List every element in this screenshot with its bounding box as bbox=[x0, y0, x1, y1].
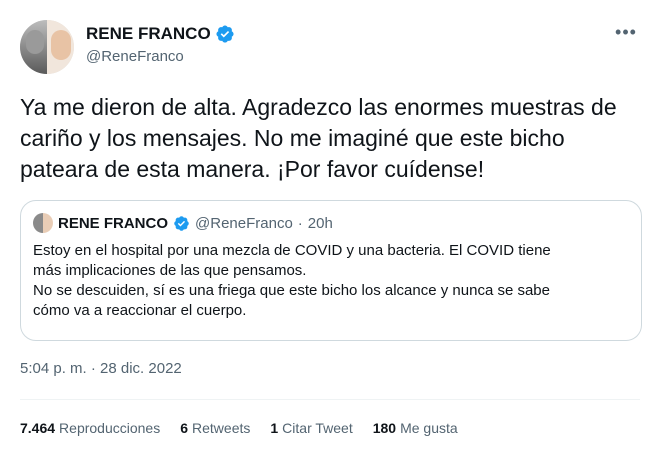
quoted-tweet-text: Estoy en el hospital por una mezcla de C… bbox=[33, 241, 633, 321]
quoted-text-line: más implicaciones de las que pensamos. bbox=[33, 262, 307, 279]
verified-badge-icon bbox=[174, 215, 189, 231]
views-count: 7.464 bbox=[20, 420, 56, 436]
likes-count: 180 bbox=[372, 420, 397, 436]
retweets-count: 6 bbox=[180, 420, 189, 436]
tweet-text: Ya me dieron de alta. Agradezco las enor… bbox=[20, 94, 617, 182]
quoted-separator: · bbox=[297, 214, 303, 232]
tweet-stats: 7.464 Reproducciones 6 Retweets 1 Citar Twe… bbox=[20, 420, 458, 436]
quotes-label: Citar Tweet bbox=[282, 420, 353, 436]
quoted-text-line: Estoy en el hospital por una mezcla de C… bbox=[33, 242, 551, 259]
likes-label: Me gusta bbox=[400, 420, 458, 436]
retweets-label: Retweets bbox=[192, 420, 251, 436]
author-info: RENE FRANCO @ReneFranco bbox=[86, 24, 235, 65]
quoted-author-avatar bbox=[33, 213, 53, 233]
more-options-icon[interactable]: ••• bbox=[614, 20, 638, 44]
quoted-author-display-name: RENE FRANCO bbox=[58, 214, 169, 232]
author-display-name[interactable]: RENE FRANCO bbox=[86, 24, 211, 44]
quotes-stat[interactable]: 1 Citar Tweet bbox=[270, 420, 352, 436]
tweet-header: RENE FRANCO @ReneFranco ••• bbox=[20, 20, 640, 76]
quoted-text-line: No se descuiden, sí es una friega que es… bbox=[33, 282, 550, 299]
divider bbox=[20, 399, 640, 400]
retweets-stat[interactable]: 6 Retweets bbox=[180, 420, 250, 436]
tweet-timestamp[interactable]: 5:04 p. m. · 28 dic. 2022 bbox=[20, 360, 182, 377]
author-name-row: RENE FRANCO bbox=[86, 24, 235, 44]
author-handle[interactable]: @ReneFranco bbox=[86, 48, 235, 65]
quoted-tweet[interactable]: RENE FRANCO @ReneFranco · 20h Estoy en e… bbox=[20, 200, 642, 341]
quotes-count: 1 bbox=[270, 420, 279, 436]
quoted-tweet-header: RENE FRANCO @ReneFranco · 20h bbox=[33, 213, 333, 233]
quoted-text-line: cómo va a reaccionar el cuerpo. bbox=[33, 302, 247, 319]
author-avatar[interactable] bbox=[20, 20, 74, 74]
quoted-author-handle: @ReneFranco bbox=[195, 214, 293, 232]
quoted-time-ago[interactable]: 20h bbox=[308, 215, 333, 232]
likes-stat[interactable]: 180 Me gusta bbox=[373, 420, 458, 436]
verified-badge-icon bbox=[216, 25, 234, 43]
views-stat: 7.464 Reproducciones bbox=[20, 420, 160, 436]
views-label: Reproducciones bbox=[59, 420, 161, 436]
